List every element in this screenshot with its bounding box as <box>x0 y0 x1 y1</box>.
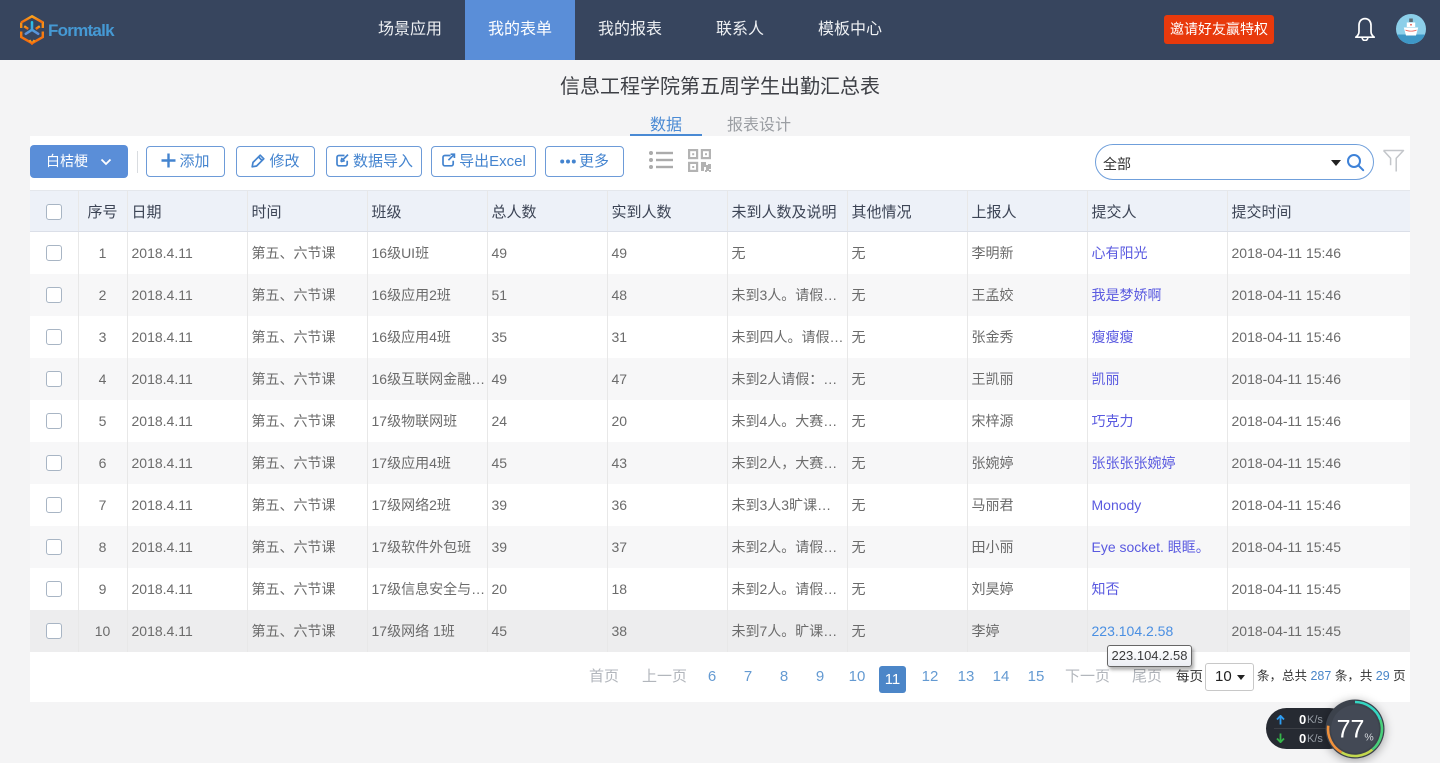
svg-text:%: % <box>1364 732 1373 744</box>
svg-text:77: 77 <box>1337 716 1365 744</box>
